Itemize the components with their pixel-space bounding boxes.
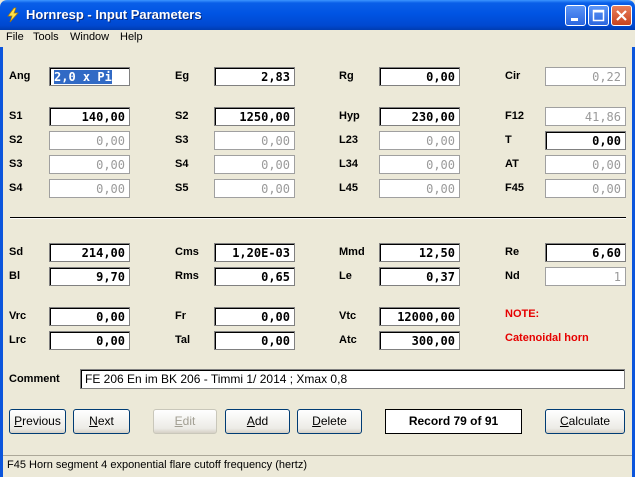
label-s5: S5 [175, 182, 189, 194]
minimize-icon [571, 18, 578, 21]
field-rg[interactable]: 0,00 [379, 67, 460, 86]
label-tal: Tal [175, 334, 191, 346]
field-l34[interactable]: 0,00 [379, 155, 460, 174]
field-f12[interactable]: 41,86 [545, 107, 626, 126]
field-hyp[interactable]: 230,00 [379, 107, 460, 126]
field-tal[interactable]: 0,00 [214, 331, 295, 350]
field-rms[interactable]: 0,65 [214, 267, 295, 286]
label-rg: Rg [339, 70, 354, 82]
field-vtc[interactable]: 12000,00 [379, 307, 460, 326]
field-cms[interactable]: 1,20E-03 [214, 243, 295, 262]
label-at: AT [505, 158, 519, 170]
label-s2: S2 [9, 134, 23, 146]
selected-text: 2,0 x Pi [54, 70, 112, 84]
close-icon [616, 10, 627, 21]
field-cir[interactable]: 0,22 [545, 67, 626, 86]
label-s3: S3 [9, 158, 23, 170]
field-s5[interactable]: 0,00 [214, 179, 295, 198]
window-frame-left [0, 30, 3, 477]
label-re: Re [505, 246, 520, 258]
field-at[interactable]: 0,00 [545, 155, 626, 174]
menu-help[interactable]: Help [120, 31, 143, 43]
field-s1[interactable]: 140,00 [49, 107, 130, 126]
field-vrc[interactable]: 0,00 [49, 307, 130, 326]
field-s2b[interactable]: 1250,00 [214, 107, 295, 126]
maximize-icon [592, 9, 605, 22]
field-eg[interactable]: 2,83 [214, 67, 295, 86]
label-sd: Sd [9, 246, 24, 258]
label-s3b: S3 [175, 134, 189, 146]
field-le[interactable]: 0,37 [379, 267, 460, 286]
field-s4b[interactable]: 0,00 [214, 155, 295, 174]
field-bl[interactable]: 9,70 [49, 267, 130, 286]
label-s2b: S2 [175, 110, 189, 122]
label-s4: S4 [9, 182, 23, 194]
field-s4[interactable]: 0,00 [49, 179, 130, 198]
lightning-app-icon [7, 7, 19, 23]
label-l45: L45 [339, 182, 358, 194]
label-cms: Cms [175, 246, 199, 258]
field-fr[interactable]: 0,00 [214, 307, 295, 326]
comment-label: Comment [9, 373, 60, 385]
label-nd: Nd [505, 270, 520, 282]
field-re[interactable]: 6,60 [545, 243, 626, 262]
record-counter: Record 79 of 91 [385, 409, 522, 434]
label-cir: Cir [505, 70, 521, 82]
field-l45[interactable]: 0,00 [379, 179, 460, 198]
label-l34: L34 [339, 158, 358, 170]
note-label: NOTE: [505, 308, 540, 320]
field-s3[interactable]: 0,00 [49, 155, 130, 174]
label-ang: Ang [9, 70, 31, 82]
menu-window[interactable]: Window [70, 31, 109, 43]
window-title: Hornresp - Input Parameters [26, 7, 202, 22]
menu-bar: File Tools Window Help [0, 30, 635, 47]
label-vrc: Vrc [9, 310, 27, 322]
label-lrc: Lrc [9, 334, 27, 346]
status-bar: F45 Horn segment 4 exponential flare cut… [3, 455, 632, 474]
close-button[interactable] [611, 5, 632, 26]
label-f12: F12 [505, 110, 524, 122]
note-text: Catenoidal horn [505, 332, 589, 344]
minimize-button[interactable] [565, 5, 586, 26]
previous-button[interactable]: Previous [9, 409, 66, 434]
calculate-button[interactable]: Calculate [545, 409, 625, 434]
comment-field[interactable]: FE 206 En im BK 206 - Timmi 1/ 2014 ; Xm… [80, 369, 625, 389]
label-s1: S1 [9, 110, 23, 122]
maximize-button[interactable] [588, 5, 609, 26]
label-eg: Eg [175, 70, 190, 82]
add-button[interactable]: Add [225, 409, 290, 434]
field-atc[interactable]: 300,00 [379, 331, 460, 350]
field-l23[interactable]: 0,00 [379, 131, 460, 150]
menu-file[interactable]: File [6, 31, 24, 43]
edit-button[interactable]: Edit [153, 409, 217, 434]
label-f45: F45 [505, 182, 524, 194]
field-lrc[interactable]: 0,00 [49, 331, 130, 350]
label-mmd: Mmd [339, 246, 365, 258]
field-mmd[interactable]: 12,50 [379, 243, 460, 262]
label-fr: Fr [175, 310, 186, 322]
label-le: Le [339, 270, 352, 282]
label-vtc: Vtc [339, 310, 357, 322]
label-rms: Rms [175, 270, 199, 282]
field-s3b[interactable]: 0,00 [214, 131, 295, 150]
label-s4b: S4 [175, 158, 189, 170]
field-sd[interactable]: 214,00 [49, 243, 130, 262]
delete-button[interactable]: Delete [297, 409, 362, 434]
label-bl: Bl [9, 270, 20, 282]
label-t: T [505, 134, 512, 146]
title-bar[interactable]: Hornresp - Input Parameters [0, 0, 635, 30]
menu-tools[interactable]: Tools [33, 31, 59, 43]
label-hyp: Hyp [339, 110, 360, 122]
field-ang[interactable]: 2,0 x Pi [49, 67, 130, 86]
field-f45[interactable]: 0,00 [545, 179, 626, 198]
label-atc: Atc [339, 334, 357, 346]
next-button[interactable]: Next [73, 409, 130, 434]
field-t[interactable]: 0,00 [545, 131, 626, 150]
field-nd[interactable]: 1 [545, 267, 626, 286]
field-s2[interactable]: 0,00 [49, 131, 130, 150]
label-l23: L23 [339, 134, 358, 146]
